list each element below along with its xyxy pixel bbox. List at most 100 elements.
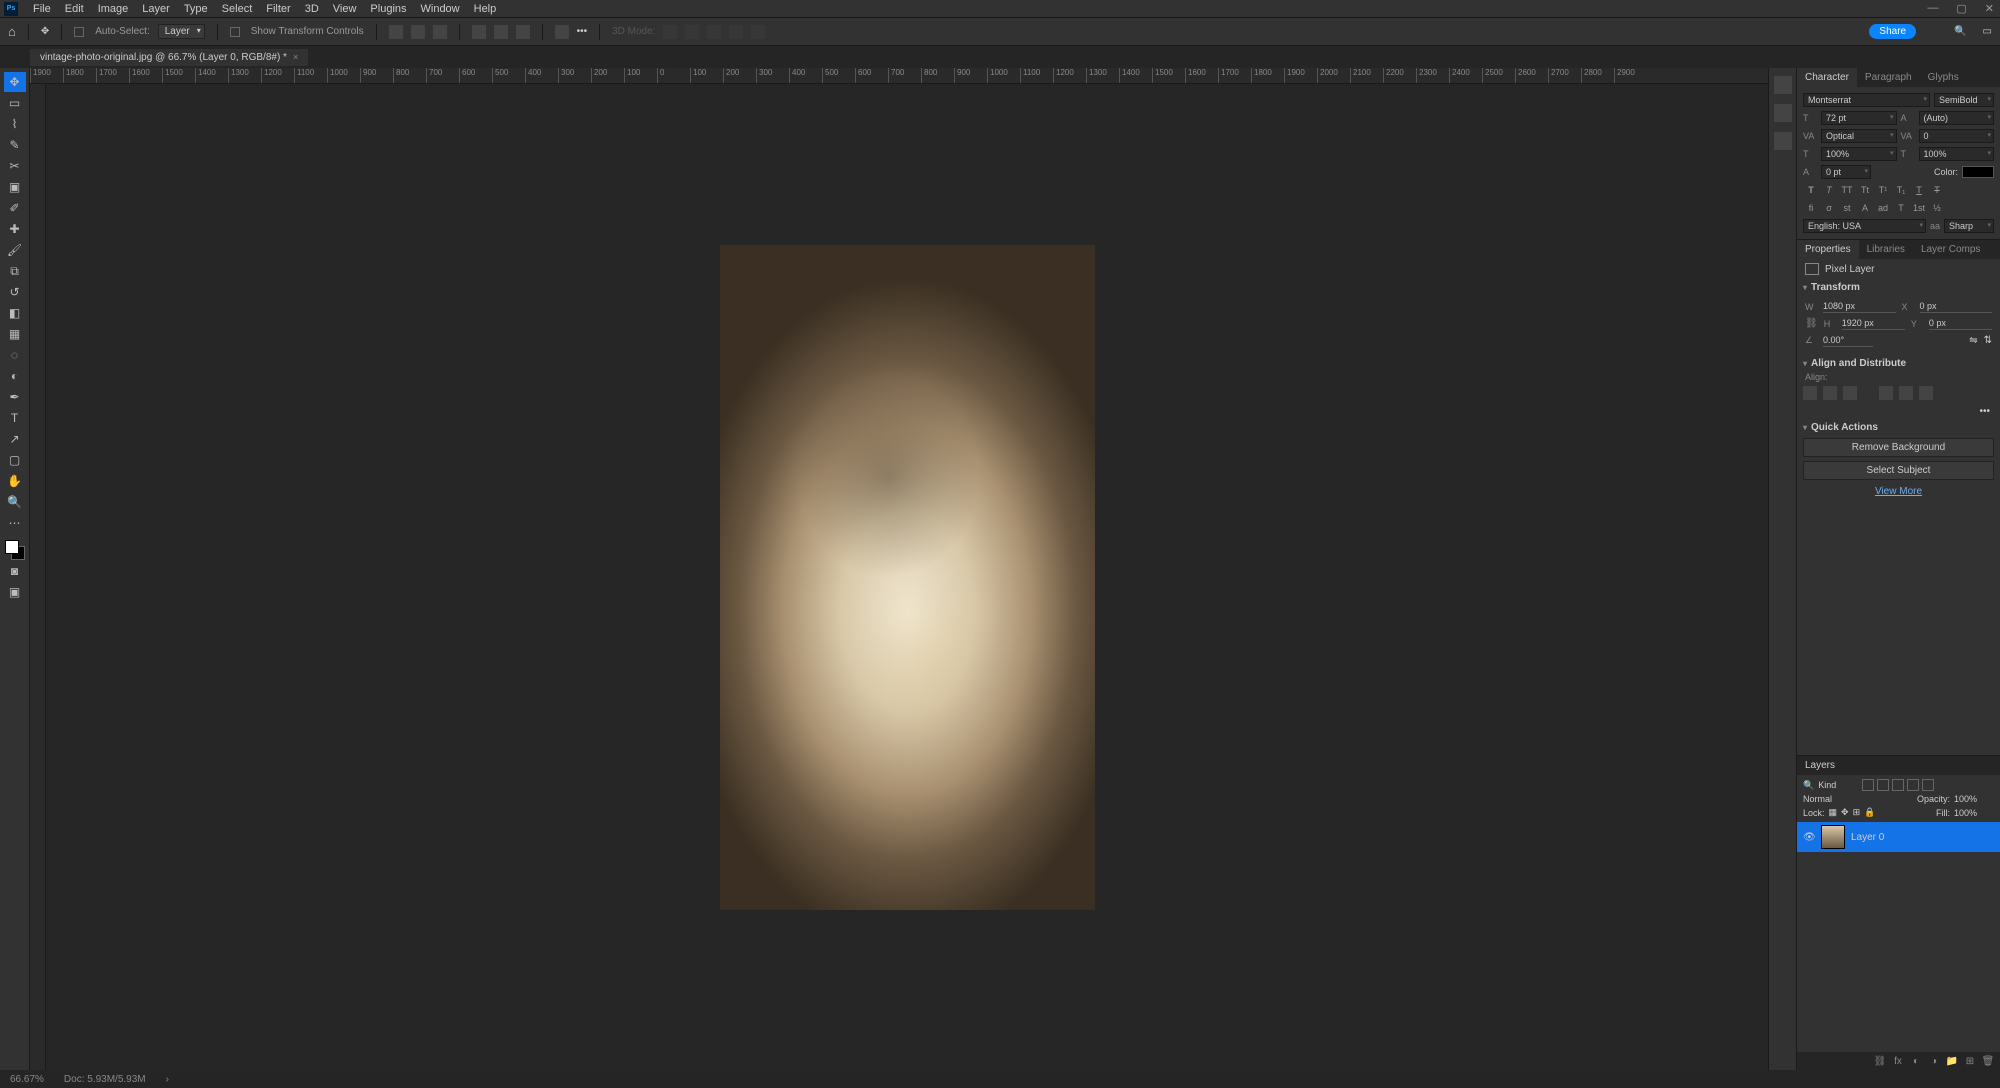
align-bottom-button[interactable] bbox=[1919, 386, 1933, 400]
layer-row[interactable]: 👁 Layer 0 bbox=[1797, 822, 2000, 852]
align-left-button[interactable] bbox=[1803, 386, 1817, 400]
height-field[interactable]: 1920 px bbox=[1842, 317, 1905, 330]
view-more-link[interactable]: View More bbox=[1797, 482, 2000, 501]
menu-plugins[interactable]: Plugins bbox=[363, 3, 413, 15]
fractions-button[interactable]: ½ bbox=[1929, 201, 1945, 215]
lock-pixels-icon[interactable]: ▦ bbox=[1829, 807, 1838, 818]
show-transform-checkbox[interactable] bbox=[230, 27, 240, 37]
titling-button[interactable]: T bbox=[1893, 201, 1909, 215]
strike-button[interactable]: T bbox=[1929, 183, 1945, 197]
dock-adjustments-icon[interactable] bbox=[1774, 132, 1792, 150]
close-icon[interactable]: ✕ bbox=[1985, 2, 1994, 15]
tab-libraries[interactable]: Libraries bbox=[1859, 240, 1913, 259]
dock-color-icon[interactable] bbox=[1774, 76, 1792, 94]
edit-toolbar[interactable]: ⋯ bbox=[4, 513, 26, 533]
layer-filter-dropdown[interactable]: Kind bbox=[1818, 780, 1858, 790]
eyedropper-tool[interactable]: ✐ bbox=[4, 198, 26, 218]
ruler-horizontal[interactable]: 1900180017001600150014001300120011001000… bbox=[30, 68, 1768, 84]
contextual-alt-button[interactable]: σ bbox=[1821, 201, 1837, 215]
adjustment-layer-icon[interactable]: ◑ bbox=[1928, 1055, 1940, 1067]
stylistic-alt-button[interactable]: ad bbox=[1875, 201, 1891, 215]
filter-adjust-icon[interactable] bbox=[1877, 779, 1889, 791]
align-top-icon[interactable] bbox=[472, 25, 486, 39]
lasso-tool[interactable]: ⌇ bbox=[4, 114, 26, 134]
smallcaps-button[interactable]: Tt bbox=[1857, 183, 1873, 197]
font-family-dropdown[interactable]: Montserrat bbox=[1803, 93, 1930, 107]
maximize-icon[interactable]: ▢ bbox=[1956, 2, 1966, 15]
dodge-tool[interactable]: ◐ bbox=[4, 366, 26, 386]
select-subject-button[interactable]: Select Subject bbox=[1803, 461, 1994, 480]
align-more-icon[interactable]: ••• bbox=[1797, 404, 2000, 419]
vscale-field[interactable]: 100% bbox=[1821, 147, 1897, 161]
tab-properties[interactable]: Properties bbox=[1797, 240, 1859, 259]
tracking-field[interactable]: 0 bbox=[1919, 129, 1995, 143]
search-icon[interactable]: 🔍 bbox=[1954, 26, 1966, 37]
more-align-icon[interactable]: ••• bbox=[577, 26, 588, 37]
selection-tool[interactable]: ✎ bbox=[4, 135, 26, 155]
layer-group-icon[interactable]: 📁 bbox=[1946, 1055, 1958, 1067]
layer-thumbnail[interactable] bbox=[1821, 825, 1845, 849]
hand-tool[interactable]: ✋ bbox=[4, 471, 26, 491]
menu-edit[interactable]: Edit bbox=[58, 3, 91, 15]
link-layers-icon[interactable]: ⛓ bbox=[1874, 1055, 1886, 1067]
screen-mode-tool[interactable]: ▣ bbox=[4, 582, 26, 602]
align-hcenter-button[interactable] bbox=[1823, 386, 1837, 400]
heal-tool[interactable]: ✚ bbox=[4, 219, 26, 239]
align-left-icon[interactable] bbox=[389, 25, 403, 39]
fg-color-swatch[interactable] bbox=[5, 540, 19, 554]
faux-bold-button[interactable]: T bbox=[1803, 183, 1819, 197]
crop-tool[interactable]: ✂ bbox=[4, 156, 26, 176]
layers-search-icon[interactable]: 🔍 bbox=[1803, 780, 1814, 791]
ligatures-button[interactable]: fi bbox=[1803, 201, 1819, 215]
menu-window[interactable]: Window bbox=[414, 3, 467, 15]
layer-visibility-icon[interactable]: 👁 bbox=[1803, 832, 1815, 843]
transform-header[interactable]: Transform bbox=[1797, 279, 2000, 296]
language-dropdown[interactable]: English: USA bbox=[1803, 219, 1926, 233]
filter-pixel-icon[interactable] bbox=[1862, 779, 1874, 791]
tab-close-icon[interactable]: × bbox=[293, 52, 298, 62]
font-style-dropdown[interactable]: SemiBold bbox=[1934, 93, 1994, 107]
rotation-field[interactable]: 0.00° bbox=[1823, 334, 1873, 347]
status-chevron-icon[interactable]: › bbox=[166, 1074, 169, 1085]
blur-tool[interactable]: ◌ bbox=[4, 345, 26, 365]
layer-name[interactable]: Layer 0 bbox=[1851, 832, 1884, 843]
auto-select-dropdown[interactable]: Layer bbox=[158, 24, 205, 39]
align-right-icon[interactable] bbox=[433, 25, 447, 39]
font-size-field[interactable]: 72 pt bbox=[1821, 111, 1897, 125]
menu-view[interactable]: View bbox=[326, 3, 364, 15]
brush-tool[interactable]: 🖌 bbox=[4, 240, 26, 260]
delete-layer-icon[interactable]: 🗑 bbox=[1982, 1055, 1994, 1067]
menu-filter[interactable]: Filter bbox=[259, 3, 297, 15]
menu-image[interactable]: Image bbox=[91, 3, 136, 15]
baseline-field[interactable]: 0 pt bbox=[1821, 165, 1871, 179]
ordinals-button[interactable]: 1st bbox=[1911, 201, 1927, 215]
menu-3d[interactable]: 3D bbox=[298, 3, 326, 15]
align-center-h-icon[interactable] bbox=[411, 25, 425, 39]
filter-smart-icon[interactable] bbox=[1922, 779, 1934, 791]
flip-h-icon[interactable]: ⇋ bbox=[1969, 335, 1977, 346]
menu-type[interactable]: Type bbox=[177, 3, 215, 15]
underline-button[interactable]: T bbox=[1911, 183, 1927, 197]
hscale-field[interactable]: 100% bbox=[1919, 147, 1995, 161]
x-field[interactable]: 0 px bbox=[1920, 300, 1993, 313]
eraser-tool[interactable]: ◧ bbox=[4, 303, 26, 323]
shape-tool[interactable]: ▢ bbox=[4, 450, 26, 470]
y-field[interactable]: 0 px bbox=[1929, 317, 1992, 330]
flip-v-icon[interactable]: ⇅ bbox=[1984, 335, 1992, 346]
frame-tool[interactable]: ▣ bbox=[4, 177, 26, 197]
width-field[interactable]: 1080 px bbox=[1823, 300, 1896, 313]
pen-tool[interactable]: ✒ bbox=[4, 387, 26, 407]
tab-paragraph[interactable]: Paragraph bbox=[1857, 68, 1920, 87]
type-tool[interactable]: T bbox=[4, 408, 26, 428]
text-color-swatch[interactable] bbox=[1962, 166, 1994, 178]
workspace-icon[interactable]: ▭ bbox=[1983, 26, 1992, 37]
doc-info[interactable]: Doc: 5.93M/5.93M bbox=[64, 1074, 146, 1085]
lock-all-icon[interactable]: 🔒 bbox=[1864, 807, 1875, 818]
opacity-field[interactable]: 100% bbox=[1954, 794, 1994, 804]
canvas-area[interactable] bbox=[46, 84, 1768, 1070]
zoom-tool[interactable]: 🔍 bbox=[4, 492, 26, 512]
subscript-button[interactable]: T₁ bbox=[1893, 183, 1909, 197]
menu-help[interactable]: Help bbox=[467, 3, 504, 15]
swash-button[interactable]: A bbox=[1857, 201, 1873, 215]
home-icon[interactable]: ⌂ bbox=[8, 24, 16, 39]
